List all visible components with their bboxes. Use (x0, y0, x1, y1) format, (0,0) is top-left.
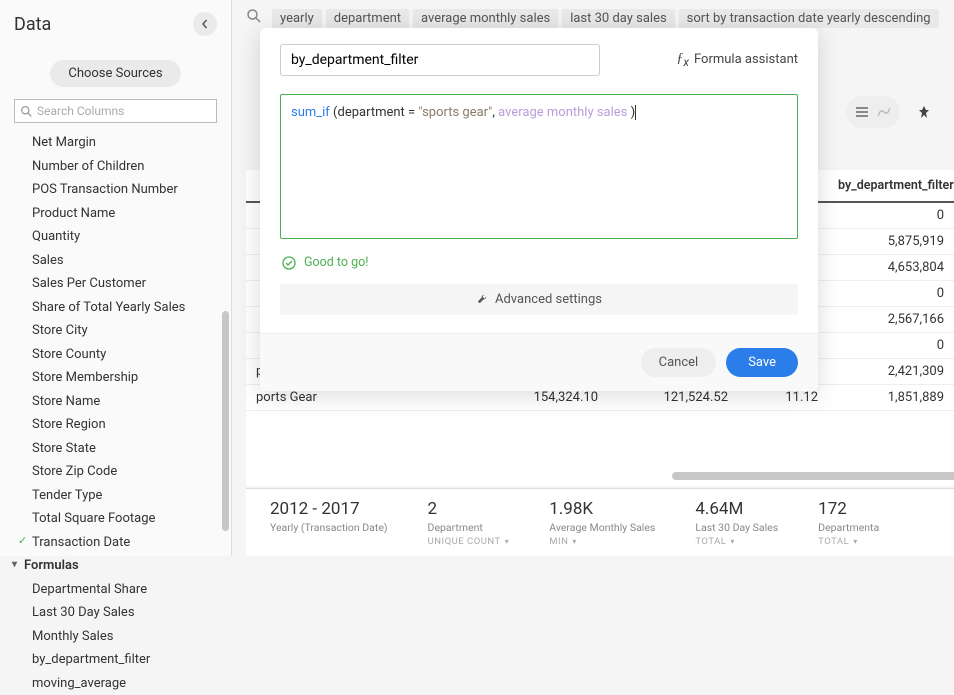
search-pill[interactable]: department (326, 9, 409, 28)
wrench-icon (476, 293, 489, 306)
formula-item[interactable]: Monthly Sales (0, 625, 231, 649)
fx-icon: ƒx (676, 51, 689, 69)
column-item[interactable]: Transaction Date (0, 531, 231, 555)
choose-sources-button[interactable]: Choose Sources (50, 60, 180, 87)
column-item[interactable]: Store Membership (0, 366, 231, 390)
column-item[interactable]: Store County (0, 343, 231, 367)
save-button[interactable]: Save (726, 348, 798, 377)
column-item[interactable]: Net Margin (0, 131, 231, 155)
advanced-settings-button[interactable]: Advanced settings (280, 284, 798, 315)
stat-aggregate[interactable]: TOTAL (818, 536, 879, 547)
sidebar-title: Data (14, 14, 51, 35)
summary-stat[interactable]: 1.98K Average Monthly Sales MIN (549, 499, 655, 546)
advanced-settings-label: Advanced settings (495, 292, 602, 307)
column-item[interactable]: Product Name (0, 202, 231, 226)
search-pill[interactable]: sort by transaction date yearly descendi… (679, 9, 939, 28)
horizontal-scrollbar[interactable] (482, 472, 944, 480)
formula-editor-modal: ƒx Formula assistant sum_if (department … (260, 28, 818, 391)
stat-label: Departmenta (818, 521, 879, 534)
summary-stat[interactable]: 172 Departmenta TOTAL (818, 499, 879, 546)
cell-filter-value: 4,653,804 (828, 255, 954, 280)
stat-aggregate[interactable]: MIN (549, 536, 655, 547)
formula-item[interactable]: moving_average (0, 672, 231, 695)
pin-icon (917, 105, 931, 119)
search-pill[interactable]: last 30 day sales (562, 9, 674, 28)
cell-filter-value: 2,567,166 (828, 307, 954, 332)
summary-stat[interactable]: 4.64M Last 30 Day Sales TOTAL (695, 499, 778, 546)
summary-bar: 2012 - 2017 Yearly (Transaction Date) 2 Dep… (246, 488, 954, 556)
stat-value: 172 (818, 499, 879, 519)
column-item[interactable]: Store State (0, 437, 231, 461)
chart-view-icon (876, 104, 892, 120)
column-item[interactable]: Sales (0, 249, 231, 273)
search-icon (20, 105, 33, 118)
formula-editor[interactable]: sum_if (department = "sports gear", aver… (280, 94, 798, 239)
search-columns-input[interactable] (14, 99, 217, 123)
view-switcher[interactable] (846, 96, 900, 128)
stat-label: Average Monthly Sales (549, 521, 655, 534)
formula-assistant-button[interactable]: ƒx Formula assistant (676, 51, 798, 69)
column-item[interactable]: Share of Total Yearly Sales (0, 296, 231, 320)
stat-label: Department (428, 521, 510, 534)
column-header-filter[interactable]: by_department_filter (828, 170, 954, 201)
column-item[interactable]: Store Zip Code (0, 460, 231, 484)
cell-filter-value: 0 (828, 203, 954, 228)
scrollbar-thumb[interactable] (222, 311, 229, 531)
summary-stat[interactable]: 2 Department UNIQUE COUNT (428, 499, 510, 546)
stat-value: 4.64M (695, 499, 778, 519)
column-list: Net MarginNumber of ChildrenPOS Transact… (0, 131, 231, 695)
collapse-sidebar-button[interactable] (193, 12, 217, 36)
view-toolbar (846, 96, 940, 128)
cell-filter-value: 5,875,919 (828, 229, 954, 254)
cell-filter-value: 2,421,309 (828, 359, 954, 384)
formulas-section-header[interactable]: Formulas (0, 554, 231, 578)
cell-filter-value: 0 (828, 333, 954, 358)
column-item[interactable]: Store City (0, 319, 231, 343)
stat-value: 2 (428, 499, 510, 519)
stat-label: Yearly (Transaction Date) (270, 521, 388, 534)
formula-item[interactable]: by_department_filter (0, 648, 231, 672)
stat-value: 2012 - 2017 (270, 499, 388, 519)
cancel-button[interactable]: Cancel (641, 348, 717, 377)
formula-status: Good to go! (260, 247, 818, 284)
sidebar: Data Choose Sources Net MarginNumber of … (0, 0, 232, 556)
table-view-icon (854, 104, 870, 120)
column-item[interactable]: POS Transaction Number (0, 178, 231, 202)
stat-label: Last 30 Day Sales (695, 521, 778, 534)
column-item[interactable]: Total Square Footage (0, 507, 231, 531)
formula-name-input[interactable] (280, 44, 600, 76)
chevron-left-icon (200, 19, 210, 29)
stat-aggregate[interactable]: UNIQUE COUNT (428, 536, 510, 547)
pin-button[interactable] (908, 96, 940, 128)
column-item[interactable]: Sales Per Customer (0, 272, 231, 296)
column-item[interactable]: Store Name (0, 390, 231, 414)
cell-filter-value: 0 (828, 281, 954, 306)
column-item[interactable]: Number of Children (0, 155, 231, 179)
column-item[interactable]: Store Region (0, 413, 231, 437)
scrollbar-thumb[interactable] (672, 472, 954, 480)
cell-filter-value: 1,851,889 (828, 385, 954, 410)
formula-assistant-label: Formula assistant (694, 52, 798, 67)
summary-stat[interactable]: 2012 - 2017 Yearly (Transaction Date) (270, 499, 388, 546)
status-text: Good to go! (304, 255, 369, 270)
column-item[interactable]: Quantity (0, 225, 231, 249)
column-item[interactable]: Tender Type (0, 484, 231, 508)
search-icon (246, 8, 262, 24)
stat-aggregate[interactable]: TOTAL (695, 536, 778, 547)
search-pill[interactable]: yearly (272, 9, 322, 28)
formula-item[interactable]: Last 30 Day Sales (0, 601, 231, 625)
formula-item[interactable]: Departmental Share (0, 578, 231, 602)
stat-value: 1.98K (549, 499, 655, 519)
check-circle-icon (282, 256, 296, 270)
search-pill[interactable]: average monthly sales (413, 9, 558, 28)
